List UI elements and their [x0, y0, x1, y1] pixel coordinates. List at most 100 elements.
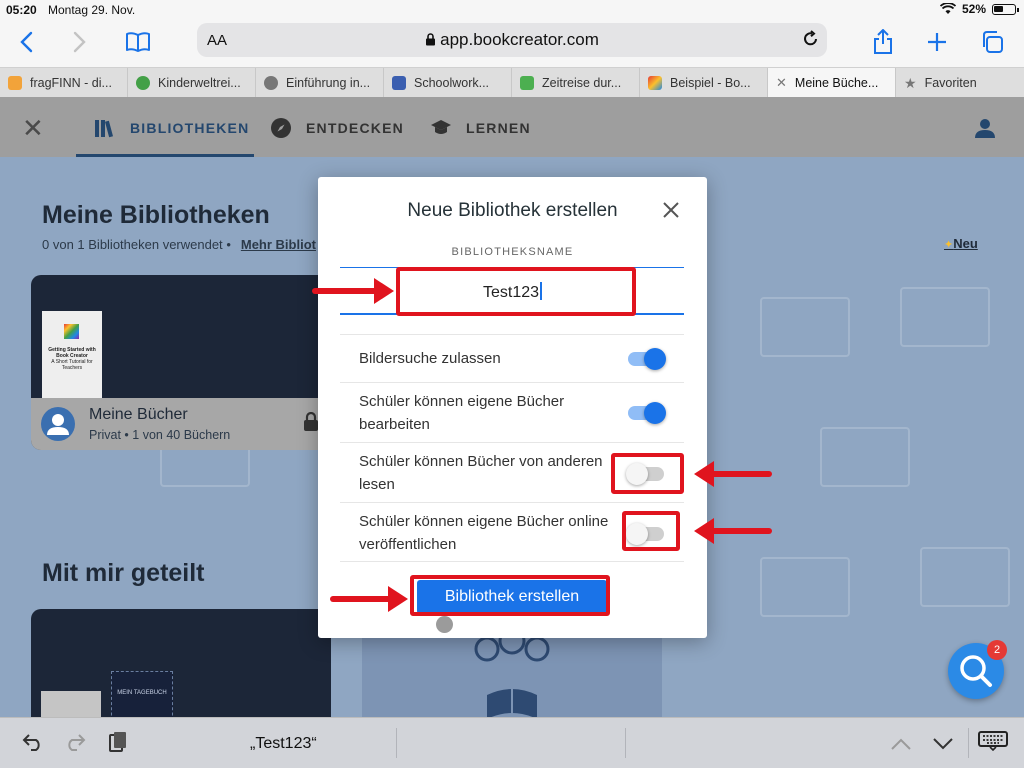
chevron-up-icon[interactable] [890, 731, 912, 757]
books-icon [95, 120, 114, 138]
battery-percent: 52% [961, 2, 986, 16]
shared-library-card[interactable]: MEIN TAGEBUCH [31, 609, 331, 717]
status-bar: 05:20 Montag 29. Nov. 52% [0, 0, 1024, 20]
graduation-cap-icon [431, 120, 451, 134]
suggestion-divider [396, 728, 397, 758]
setting-label: Schüler können eigene Bücher online verö… [359, 513, 609, 553]
autocorrect-suggestion[interactable]: „Test123“ [250, 735, 317, 753]
library-card[interactable]: Getting Started with Book Creator A Short… [31, 275, 331, 450]
browser-tab-active[interactable]: ✕ Meine Büche... [768, 68, 896, 98]
tab-close-icon[interactable]: ✕ [776, 75, 787, 91]
tab-label: Zeitreise dur... [542, 76, 622, 90]
tab-label: Schoolwork... [414, 76, 490, 90]
browser-tab-bar: fragFINN - di... Kinderweltrei... Einfüh… [0, 67, 1024, 98]
avatar [41, 407, 75, 441]
new-library-label: Neu [953, 236, 978, 251]
back-icon[interactable] [12, 28, 40, 56]
help-search-button[interactable]: 2 [948, 640, 1007, 699]
tab-discover[interactable]: ENTDECKEN [270, 117, 404, 139]
setting-label: Schüler können Bücher von anderen lesen [359, 453, 603, 493]
paste-icon[interactable] [108, 731, 128, 759]
apple-icon [264, 76, 278, 90]
tab-libraries[interactable]: BIBLIOTHEKEN [94, 117, 249, 139]
shared-section-title: Mit mir geteilt [42, 559, 205, 587]
browser-tab[interactable]: Beispiel - Bo... [640, 68, 768, 98]
tab-learn[interactable]: LERNEN [430, 117, 531, 139]
tab-label: Meine Büche... [794, 76, 879, 90]
tabs-overview-icon[interactable] [978, 28, 1006, 56]
annotation-box-create-button [410, 575, 610, 616]
tab-favicon [520, 76, 534, 90]
library-card-footer: Meine Bücher Privat • 1 von 40 Büchern [31, 398, 331, 450]
toggle-knob [644, 402, 666, 424]
compass-icon [271, 118, 291, 138]
annotation-arrow [330, 586, 408, 612]
setting-row-edit-own-books: Schüler können eigene Bücher bearbeiten [340, 382, 684, 442]
url-text: app.bookcreator.com [197, 30, 827, 50]
share-icon[interactable] [869, 28, 897, 56]
star-icon: ★ [904, 74, 917, 91]
chevron-down-icon[interactable] [932, 731, 954, 757]
app-nav-bar: ✕ BIBLIOTHEKEN ENTDECKEN LERNEN [0, 97, 1024, 157]
browser-toolbar: AA app.bookcreator.com [0, 20, 1024, 64]
annotation-arrow [694, 461, 772, 487]
lock-icon [426, 33, 436, 46]
new-library-link[interactable]: ✦Neu [944, 236, 978, 251]
annotation-arrow [694, 518, 772, 544]
keyboard-accessory-bar: „Test123“ [0, 717, 1024, 768]
status-time: 05:20 [6, 3, 37, 17]
tab-favicon [648, 76, 662, 90]
reload-icon[interactable] [803, 30, 819, 53]
suggestion-divider [625, 728, 626, 758]
library-usage: 0 von 1 Bibliotheken verwendet • Mehr Bib… [42, 237, 316, 252]
library-name: Meine Bücher [89, 406, 188, 423]
undo-icon[interactable] [22, 731, 44, 757]
browser-tab[interactable]: Zeitreise dur... [512, 68, 640, 98]
keyboard-dismiss-icon[interactable] [978, 731, 1008, 757]
bullet-separator: • [226, 237, 231, 252]
setting-row-image-search: Bildersuche zulassen [340, 334, 684, 381]
url-value: app.bookcreator.com [440, 30, 599, 49]
address-bar[interactable]: AA app.bookcreator.com [197, 23, 827, 57]
diary-book-cover: MEIN TAGEBUCH [111, 671, 173, 717]
browser-tab[interactable]: Kinderweltrei... [128, 68, 256, 98]
background-book-icon [760, 557, 850, 617]
background-book-icon [820, 427, 910, 487]
library-meta: Privat • 1 von 40 Büchern [89, 428, 231, 442]
bookmarks-icon[interactable] [124, 28, 152, 56]
redo-icon[interactable] [64, 731, 86, 757]
dialog-close-icon[interactable] [663, 197, 679, 225]
edit-own-books-toggle[interactable] [628, 402, 666, 424]
annotation-box-publish-toggle [622, 511, 680, 551]
user-account-icon[interactable] [974, 117, 996, 144]
status-date: Montag 29. Nov. [48, 3, 136, 17]
tab-libraries-label: BIBLIOTHEKEN [130, 120, 250, 136]
setting-label: Schüler können eigene Bücher bearbeiten [359, 393, 565, 433]
annotation-box-name-field [396, 267, 636, 316]
browser-tab-favorites[interactable]: ★ Favoriten [896, 68, 1024, 98]
library-name-label: BIBLIOTHEKSNAME [451, 246, 574, 258]
close-icon[interactable]: ✕ [22, 113, 44, 144]
background-book-icon [900, 287, 990, 347]
status-right: 52% [939, 2, 1019, 16]
tab-label: Einführung in... [286, 76, 371, 90]
setting-label: Bildersuche zulassen [359, 350, 501, 367]
annotation-arrow [312, 278, 394, 304]
forward-icon[interactable] [66, 28, 94, 56]
tab-favicon [8, 76, 22, 90]
browser-tab[interactable]: Einführung in... [256, 68, 384, 98]
image-search-toggle[interactable] [628, 348, 666, 370]
toggle-knob [644, 348, 666, 370]
more-libraries-link[interactable]: Mehr Bibliot [241, 237, 316, 252]
wifi-icon [939, 3, 956, 14]
new-tab-icon[interactable] [923, 28, 951, 56]
tab-learn-label: LERNEN [466, 120, 531, 136]
tab-label: Kinderweltrei... [158, 76, 241, 90]
book-cover: Getting Started with Book Creator A Short… [42, 311, 102, 401]
scroll-indicator [436, 616, 453, 633]
background-book-icon [760, 297, 850, 357]
browser-tab[interactable]: fragFINN - di... [0, 68, 128, 98]
tab-favicon [136, 76, 150, 90]
browser-tab[interactable]: Schoolwork... [384, 68, 512, 98]
lock-icon [303, 411, 319, 437]
